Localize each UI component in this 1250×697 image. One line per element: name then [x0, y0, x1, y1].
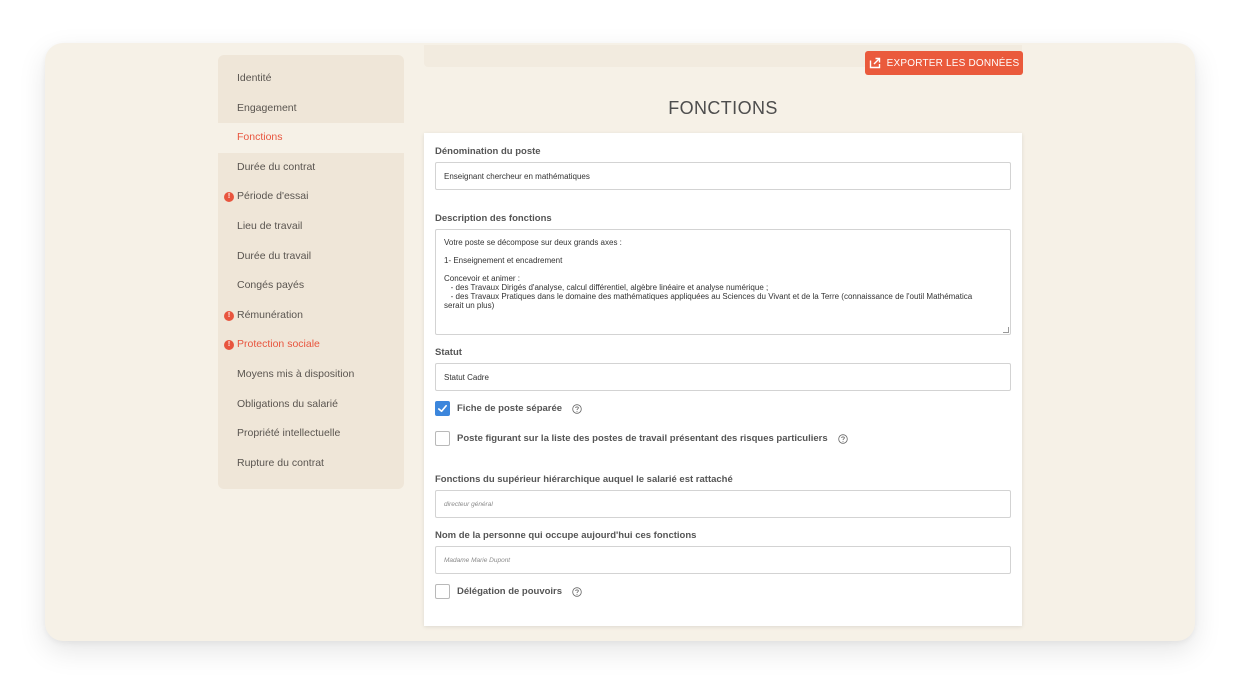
description-line [444, 265, 1002, 274]
sidebar-item-rupture-du-contrat[interactable]: Rupture du contrat [218, 449, 404, 479]
fiche-label: Fiche de poste séparée [457, 403, 563, 414]
export-data-button[interactable]: EXPORTER LES DONNÉES [865, 51, 1023, 75]
alert-badge-icon: ! [224, 340, 234, 351]
sidebar-item-fonctions[interactable]: Fonctions [218, 123, 404, 153]
fiche-checkbox[interactable] [435, 401, 450, 416]
page-title: FONCTIONS [668, 98, 778, 118]
risques-checkbox-row[interactable]: Poste figurant sur la liste des postes d… [435, 431, 848, 446]
delegation-label: Délégation de pouvoirs [457, 586, 563, 597]
statut-input[interactable]: Statut Cadre [435, 363, 1011, 391]
sidebar-item-label: Engagement [237, 101, 297, 114]
sidebar-item-label: Propriété intellectuelle [237, 427, 341, 440]
sidebar-nav: Identité Engagement Fonctions Durée du cont… [218, 55, 404, 489]
sidebar-item-label: Protection sociale [237, 338, 320, 351]
sidebar-item-propriete-intellectuelle[interactable]: Propriété intellectuelle [218, 419, 404, 449]
help-icon[interactable] [572, 586, 582, 597]
description-line: Concevoir et animer : [444, 274, 521, 283]
sidebar-item-conges-payes[interactable]: Congés payés [218, 271, 404, 301]
description-line [444, 247, 1002, 256]
sidebar-item-duree-du-travail[interactable]: Durée du travail [218, 242, 404, 272]
sidebar-item-engagement[interactable]: Engagement [218, 94, 404, 124]
sidebar-item-label: Obligations du salarié [237, 397, 338, 410]
superieur-placeholder: directeur général [444, 500, 493, 508]
fiche-checkbox-row[interactable]: Fiche de poste séparée [435, 401, 582, 416]
statut-label: Statut [435, 347, 462, 358]
risques-checkbox[interactable] [435, 431, 450, 446]
delegation-checkbox-row[interactable]: Délégation de pouvoirs [435, 584, 582, 599]
description-line: - des Travaux Dirigés d'analyse, calcul … [444, 283, 769, 292]
sidebar-item-lieu-de-travail[interactable]: Lieu de travail [218, 212, 404, 242]
delegation-checkbox[interactable] [435, 584, 450, 599]
sidebar-item-duree-du-contrat[interactable]: Durée du contrat [218, 153, 404, 183]
sidebar-item-label: Durée du contrat [237, 160, 316, 173]
nom-label: Nom de la personne qui occupe aujourd'hu… [435, 530, 697, 541]
sidebar-item-label: Rémunération [237, 308, 303, 321]
alert-badge-icon: ! [224, 192, 234, 203]
nom-placeholder: Madame Marie Dupont [444, 556, 511, 564]
sidebar-item-label: Lieu de travail [237, 219, 303, 232]
description-line: 1- Enseignement et encadrement [444, 256, 563, 265]
sidebar-item-identite[interactable]: Identité [218, 64, 404, 94]
sidebar-item-label: Durée du travail [237, 249, 312, 262]
help-icon[interactable] [572, 403, 582, 414]
statut-value: Statut Cadre [444, 372, 489, 382]
description-textarea[interactable]: Votre poste se décompose sur deux grands… [435, 229, 1011, 335]
help-icon[interactable] [837, 433, 848, 444]
description-line: serait un plus) [444, 301, 495, 310]
sidebar-item-label: Identité [237, 72, 272, 84]
risques-label: Poste figurant sur la liste des postes d… [457, 433, 828, 444]
resize-handle[interactable] [1003, 327, 1009, 333]
export-icon [869, 57, 880, 69]
nom-input[interactable]: Madame Marie Dupont [435, 546, 1011, 574]
sidebar-item-periode-d-essai[interactable]: ! Période d'essai [218, 182, 404, 212]
description-line: - des Travaux Pratiques dans le domaine … [444, 292, 973, 301]
superieur-label: Fonctions du supérieur hiérarchique auqu… [435, 474, 733, 485]
sidebar-item-remuneration[interactable]: ! Rémunération [218, 301, 404, 331]
export-button-label: EXPORTER LES DONNÉES [886, 57, 1020, 69]
poste-value: Enseignant chercheur en mathématiques [444, 171, 590, 181]
superieur-input[interactable]: directeur général [435, 490, 1011, 518]
form-card: Dénomination du poste Enseignant cherche… [424, 133, 1022, 626]
sidebar-item-label: Moyens mis à disposition [237, 367, 355, 380]
sidebar-item-label: Congés payés [237, 279, 305, 292]
alert-badge-icon: ! [224, 310, 234, 321]
sidebar-item-label: Fonctions [237, 131, 283, 144]
description-label: Description des fonctions [435, 213, 552, 224]
poste-label: Dénomination du poste [435, 146, 541, 157]
poste-input[interactable]: Enseignant chercheur en mathématiques [435, 162, 1011, 190]
sidebar-item-label: Période d'essai [237, 190, 309, 203]
checkmark-icon [438, 404, 447, 413]
sidebar-item-label: Rupture du contrat [237, 456, 324, 469]
sidebar-item-protection-sociale[interactable]: ! Protection sociale [218, 330, 404, 360]
sidebar-item-moyens-mis-a-disposition[interactable]: Moyens mis à disposition [218, 360, 404, 390]
sidebar-item-obligations-du-salarie[interactable]: Obligations du salarié [218, 390, 404, 420]
description-line: Votre poste se décompose sur deux grands… [444, 238, 622, 247]
